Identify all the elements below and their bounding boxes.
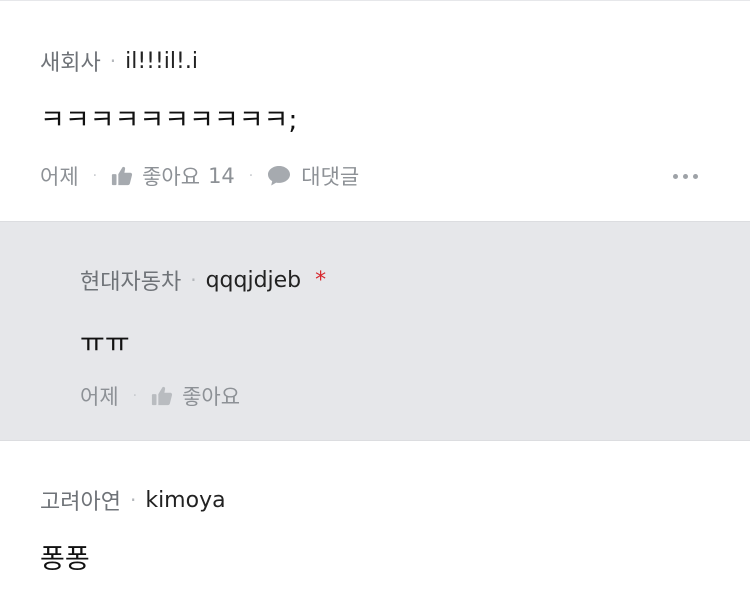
action-separator: · — [92, 168, 98, 184]
action-separator: · — [248, 168, 254, 184]
more-horizontal-icon — [673, 174, 678, 179]
comment-time: 어제 — [80, 385, 119, 409]
company-name: 새회사 — [40, 51, 101, 76]
more-horizontal-icon — [693, 174, 698, 179]
speech-bubble-icon — [268, 166, 291, 186]
comment-text: ㅠㅠ — [80, 328, 130, 359]
comment-text: 퐁퐁 — [40, 544, 90, 575]
like-button[interactable]: 좋아요 14 — [111, 161, 235, 191]
comment-meta: 새회사 · il!!!il!.i — [40, 45, 198, 77]
action-separator: · — [132, 388, 138, 404]
like-label: 좋아요 — [142, 165, 201, 189]
author-nickname[interactable]: kimoya — [145, 488, 225, 513]
meta-separator: · — [129, 488, 137, 512]
like-label: 좋아요 — [182, 385, 241, 409]
thumbs-up-icon — [152, 386, 173, 406]
thumbs-up-icon — [112, 166, 133, 186]
comment-meta: 현대자동차 · qqqjdjeb * — [80, 264, 326, 296]
meta-separator: · — [190, 268, 197, 292]
reply-button[interactable]: 대댓글 — [267, 161, 359, 191]
comment-meta: 고려아연 · kimoya — [40, 484, 226, 516]
comment-item: 새회사 · il!!!il!.i ㅋㅋㅋㅋㅋㅋㅋㅋㅋㅋ; 어제 · 좋아요 14… — [0, 1, 750, 221]
like-count: 14 — [208, 164, 235, 188]
reply-label: 대댓글 — [301, 165, 360, 189]
author-nickname[interactable]: il!!!il!.i — [125, 49, 198, 74]
comment-actions: 어제 · 좋아요 — [80, 381, 240, 411]
like-button[interactable]: 좋아요 — [151, 381, 240, 411]
company-name: 현대자동차 — [80, 270, 182, 295]
author-mark: * — [315, 267, 327, 293]
comment-text: ㅋㅋㅋㅋㅋㅋㅋㅋㅋㅋ; — [40, 105, 298, 136]
more-horizontal-icon — [683, 174, 688, 179]
meta-separator: · — [109, 49, 117, 73]
comment-time: 어제 — [40, 165, 79, 189]
reply-comment-item: 현대자동차 · qqqjdjeb * ㅠㅠ 어제 · 좋아요 — [0, 221, 750, 441]
company-name: 고려아연 — [40, 490, 121, 515]
comment-item: 고려아연 · kimoya 퐁퐁 — [0, 441, 750, 600]
comment-actions: 어제 · 좋아요 14 · 대댓글 — [40, 161, 359, 191]
more-options-button[interactable] — [673, 174, 698, 179]
author-nickname[interactable]: qqqjdjeb — [206, 268, 302, 293]
